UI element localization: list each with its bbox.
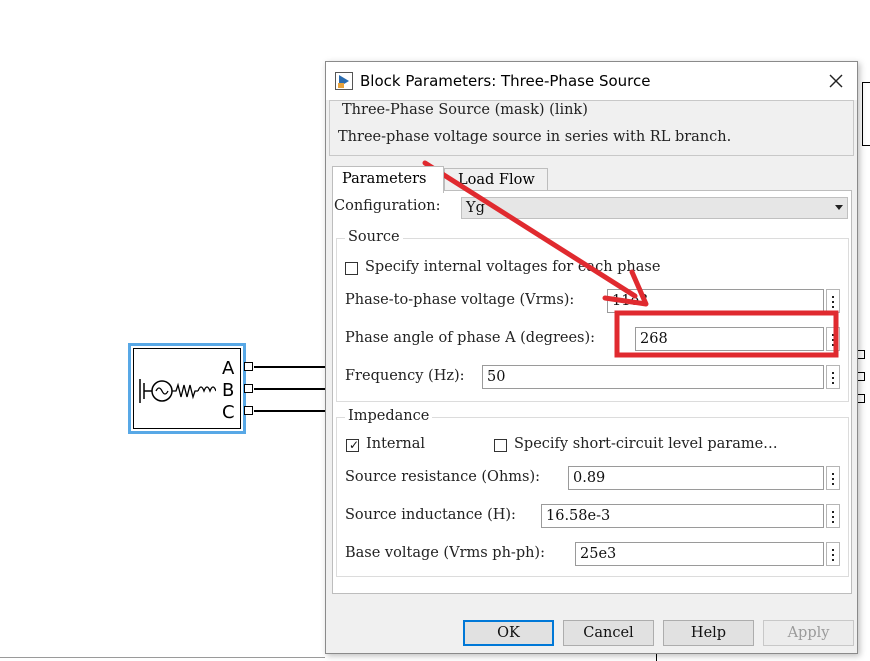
configuration-value: Yg	[466, 200, 485, 216]
base-voltage-input[interactable]: 25e3	[575, 542, 824, 566]
dialog-titlebar[interactable]: Block Parameters: Three-Phase Source	[326, 62, 857, 100]
specify-internal-checkbox[interactable]	[345, 262, 358, 275]
cancel-button[interactable]: Cancel	[563, 620, 654, 646]
port-c[interactable]	[244, 406, 253, 415]
three-phase-source-block[interactable]: A B C	[128, 343, 246, 434]
apply-button[interactable]: Apply	[763, 620, 854, 646]
resistance-input[interactable]: 0.89	[568, 466, 824, 490]
mask-title: Three-Phase Source (mask) (link)	[342, 102, 588, 118]
internal-label: Internal	[366, 436, 426, 452]
port-label-b: B	[222, 380, 235, 401]
chevron-down-icon	[835, 205, 843, 210]
impedance-group-title: Impedance	[345, 408, 433, 424]
mask-description: Three-phase voltage source in series wit…	[338, 129, 732, 145]
source-group-title: Source	[345, 229, 403, 245]
check-icon: ✓	[349, 438, 360, 452]
wire-b[interactable]	[254, 388, 326, 390]
block-parameters-dialog: Block Parameters: Three-Phase Source Thr…	[325, 61, 858, 654]
wire-a[interactable]	[254, 366, 326, 368]
phase-voltage-input[interactable]: 11e3	[607, 289, 824, 313]
frequency-input[interactable]: 50	[482, 365, 824, 389]
port-label-a: A	[222, 358, 235, 379]
port-a[interactable]	[244, 362, 253, 371]
tab-load-flow[interactable]: Load Flow	[444, 168, 548, 190]
phase-voltage-label: Phase-to-phase voltage (Vrms):	[345, 292, 575, 308]
phase-angle-label: Phase angle of phase A (degrees):	[345, 330, 596, 346]
impedance-group: Impedance ✓ Internal Specify short-circu…	[336, 408, 849, 577]
short-circuit-checkbox[interactable]	[494, 439, 507, 452]
internal-checkbox[interactable]: ✓	[346, 439, 359, 452]
canvas-divider	[0, 657, 325, 658]
base-voltage-menu-button[interactable]	[826, 542, 840, 566]
offscreen-block[interactable]	[862, 82, 870, 146]
dialog-title: Block Parameters: Three-Phase Source	[360, 72, 651, 90]
close-icon	[829, 74, 843, 88]
help-button[interactable]: Help	[663, 620, 754, 646]
resistance-label: Source resistance (Ohms):	[345, 469, 541, 485]
parameters-panel: Configuration: Yg Source Specify interna…	[332, 190, 852, 594]
wire-c[interactable]	[254, 410, 326, 412]
mask-description-box: Three-Phase Source (mask) (link) Three-p…	[329, 100, 854, 156]
port-b[interactable]	[244, 384, 253, 393]
source-group: Source Specify internal voltages for eac…	[336, 229, 849, 402]
tab-parameters[interactable]: Parameters	[332, 166, 444, 193]
simulink-block-icon	[335, 72, 353, 90]
source-symbol-icon	[139, 379, 216, 403]
inductance-label: Source inductance (H):	[345, 507, 516, 523]
configuration-label: Configuration:	[334, 198, 441, 214]
frequency-label: Frequency (Hz):	[345, 368, 465, 384]
inductance-menu-button[interactable]	[826, 504, 840, 528]
specify-internal-label: Specify internal voltages for each phase	[365, 259, 661, 275]
phase-voltage-menu-button[interactable]	[826, 289, 840, 313]
close-button[interactable]	[823, 68, 849, 94]
resistance-menu-button[interactable]	[826, 466, 840, 490]
inductance-input[interactable]: 16.58e-3	[541, 504, 824, 528]
ok-button[interactable]: OK	[463, 620, 554, 646]
base-voltage-label: Base voltage (Vrms ph-ph):	[345, 545, 545, 561]
port-label-c: C	[222, 402, 235, 423]
short-circuit-label: Specify short-circuit level parame…	[514, 436, 778, 452]
phase-angle-menu-button[interactable]	[826, 327, 840, 351]
configuration-select[interactable]: Yg	[461, 197, 848, 219]
phase-angle-input[interactable]: 268	[635, 327, 824, 351]
frequency-menu-button[interactable]	[826, 365, 840, 389]
